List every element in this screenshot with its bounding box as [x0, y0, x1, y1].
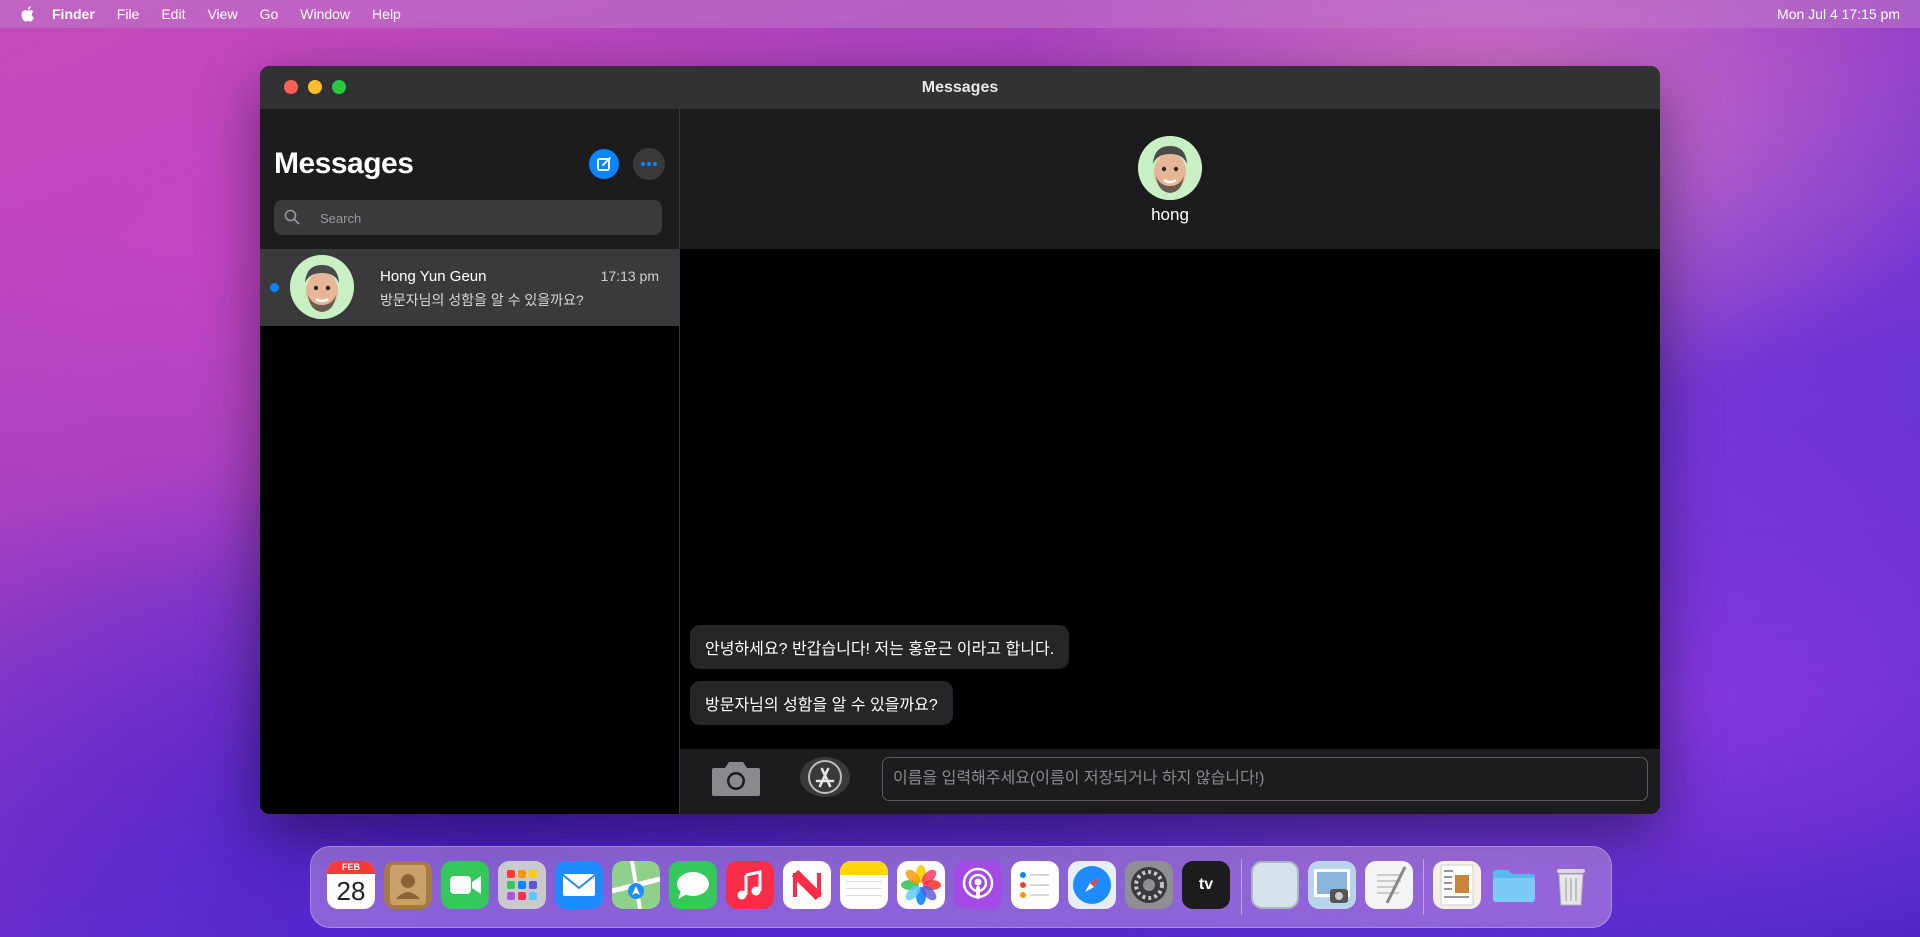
- dock-messages-icon[interactable]: [669, 861, 717, 909]
- dock-mail-icon[interactable]: [555, 861, 603, 909]
- dock-safari-icon[interactable]: [1068, 861, 1116, 909]
- messages-window: Messages Messages Search Hong Yun Geun 1…: [260, 66, 1660, 814]
- contact-name[interactable]: hong: [680, 205, 1660, 225]
- menu-window[interactable]: Window: [300, 6, 350, 22]
- dock-launchpad-icon[interactable]: [498, 861, 546, 909]
- dock-contacts-icon[interactable]: [384, 861, 432, 909]
- contact-avatar[interactable]: [1138, 136, 1202, 200]
- dock-photos-icon[interactable]: [897, 861, 945, 909]
- dock-music-icon[interactable]: [726, 861, 774, 909]
- search-input[interactable]: [318, 200, 652, 237]
- dock-separator: [1423, 859, 1424, 915]
- zoom-button[interactable]: [332, 80, 346, 94]
- memoji-avatar-icon: [290, 255, 354, 319]
- unread-indicator: [270, 283, 279, 292]
- dock-preview-icon[interactable]: [1308, 861, 1356, 909]
- chat-pane: hong 안녕하세요? 반갑습니다! 저는 홍윤근 이라고 합니다. 방문자님의…: [680, 109, 1660, 814]
- message-input[interactable]: [882, 757, 1648, 801]
- app-store-icon: [808, 760, 842, 794]
- chat-header: hong: [680, 109, 1660, 249]
- message-input-bar: [680, 749, 1660, 814]
- menu-file[interactable]: File: [117, 6, 140, 22]
- dock-textedit-icon[interactable]: [1365, 861, 1413, 909]
- dock-folder-icon[interactable]: [1490, 861, 1538, 909]
- dock-notes-icon[interactable]: [840, 861, 888, 909]
- minimize-button[interactable]: [308, 80, 322, 94]
- calendar-day: 28: [336, 876, 366, 906]
- compose-button[interactable]: [589, 149, 619, 179]
- more-options-button[interactable]: [633, 148, 665, 180]
- search-field[interactable]: [274, 200, 662, 237]
- dock-trash-icon[interactable]: [1547, 861, 1595, 909]
- dock-maps-icon[interactable]: [612, 861, 660, 909]
- sidebar-header: Messages: [260, 109, 679, 249]
- title-bar: Messages: [260, 66, 1660, 110]
- calendar-month: FEB: [327, 861, 375, 874]
- dock-facetime-icon[interactable]: [441, 861, 489, 909]
- dock-news-icon[interactable]: [783, 861, 831, 909]
- conversation-name: Hong Yun Geun: [380, 268, 487, 285]
- search-icon: [284, 209, 300, 225]
- dock-document-icon[interactable]: [1433, 861, 1481, 909]
- message-bubble[interactable]: 안녕하세요? 반갑습니다! 저는 홍윤근 이라고 합니다.: [690, 625, 1070, 669]
- compose-icon: [597, 157, 611, 171]
- avatar: [290, 255, 354, 319]
- dock-podcasts-icon[interactable]: [954, 861, 1002, 909]
- conversation-preview: 방문자님의 성함을 알 수 있을까요?: [380, 292, 584, 308]
- apple-logo-icon[interactable]: [18, 5, 36, 23]
- dock-separator: [1241, 859, 1242, 915]
- menu-help[interactable]: Help: [372, 6, 401, 22]
- apple-tv-label: tv: [1198, 876, 1214, 893]
- menu-finder[interactable]: Finder: [52, 6, 95, 22]
- message-bubble[interactable]: 방문자님의 성함을 알 수 있을까요?: [690, 681, 953, 725]
- menu-edit[interactable]: Edit: [161, 6, 185, 22]
- menu-bar: Finder File Edit View Go Window Help Mon…: [0, 0, 1920, 28]
- memoji-avatar-icon: [1138, 136, 1202, 200]
- window-title: Messages: [921, 79, 999, 96]
- dock-reminders-icon[interactable]: [1011, 861, 1059, 909]
- camera-icon[interactable]: [710, 758, 762, 798]
- dock-system-preferences-icon[interactable]: [1125, 861, 1173, 909]
- menu-view[interactable]: View: [207, 6, 237, 22]
- dock-preview-window-icon[interactable]: [1251, 861, 1299, 909]
- conversation-time: 17:13 pm: [600, 268, 659, 284]
- app-store-button[interactable]: [800, 757, 850, 797]
- dock-calendar-icon[interactable]: FEB 28: [327, 861, 375, 909]
- conversation-row[interactable]: Hong Yun Geun 17:13 pm 방문자님의 성함을 알 수 있을까…: [260, 249, 679, 326]
- dock-apple-tv-icon[interactable]: tv: [1182, 861, 1230, 909]
- close-button[interactable]: [284, 80, 298, 94]
- menu-go[interactable]: Go: [260, 6, 279, 22]
- menubar-clock[interactable]: Mon Jul 4 17:15 pm: [1777, 6, 1900, 22]
- dock: FEB 28 tv: [310, 846, 1612, 928]
- ellipsis-icon: [641, 162, 657, 166]
- sidebar: Messages Search Hong Yun Geun 17:13 pm 방…: [260, 109, 680, 814]
- sidebar-title: Messages: [274, 147, 414, 180]
